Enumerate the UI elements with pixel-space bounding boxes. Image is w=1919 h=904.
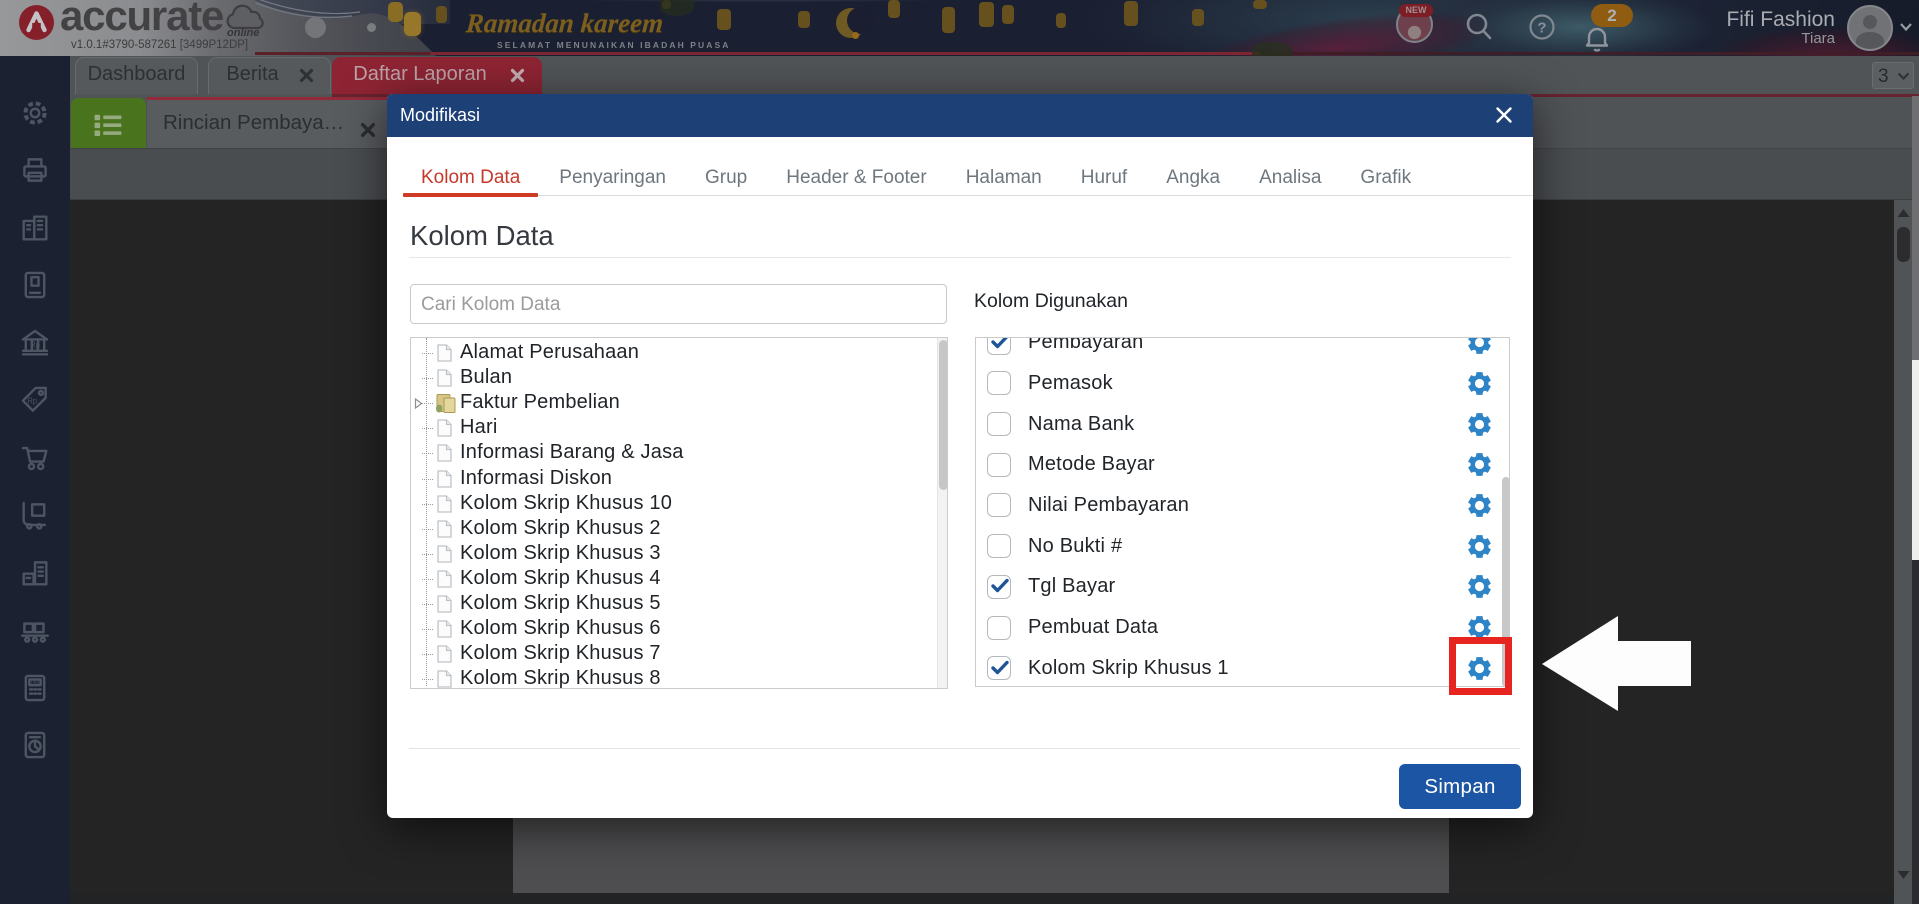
svg-text:Rp: Rp bbox=[30, 340, 40, 349]
svg-text:?: ? bbox=[1537, 20, 1546, 37]
svg-text:TAX: TAX bbox=[30, 680, 40, 686]
svg-text:Rp: Rp bbox=[27, 397, 37, 406]
